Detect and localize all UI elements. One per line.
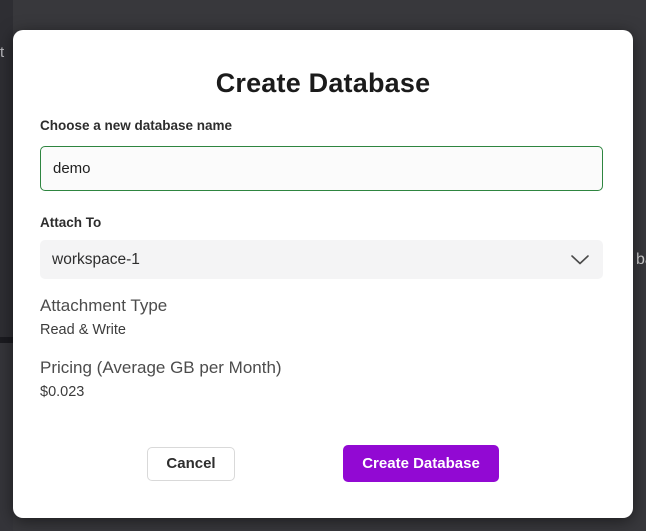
pricing-value: $0.023: [40, 384, 282, 400]
database-name-label: Choose a new database name: [40, 118, 232, 133]
attach-to-select[interactable]: workspace-1: [40, 240, 603, 279]
background-clipped-text-left: t: [0, 44, 4, 61]
background-sidebar-sliver: t: [0, 0, 13, 531]
attachment-type-value: Read & Write: [40, 322, 167, 338]
background-clipped-text-right: ba: [636, 251, 646, 269]
create-database-button[interactable]: Create Database: [343, 445, 499, 482]
dialog-actions: Cancel Create Database: [13, 445, 633, 482]
attach-to-selected-value: workspace-1: [52, 251, 571, 269]
pricing-section: Pricing (Average GB per Month) $0.023: [40, 358, 282, 400]
database-name-input[interactable]: [40, 146, 603, 191]
chevron-down-icon: [571, 255, 589, 265]
screen: t ba Create Database Choose a new databa…: [0, 0, 646, 531]
attachment-type-section: Attachment Type Read & Write: [40, 296, 167, 338]
dialog-title: Create Database: [13, 68, 633, 99]
attach-to-label: Attach To: [40, 215, 101, 230]
cancel-button[interactable]: Cancel: [147, 447, 235, 481]
attachment-type-label: Attachment Type: [40, 296, 167, 316]
create-database-dialog: Create Database Choose a new database na…: [13, 30, 633, 518]
pricing-label: Pricing (Average GB per Month): [40, 358, 282, 378]
background-panel-sliver: [0, 343, 13, 531]
